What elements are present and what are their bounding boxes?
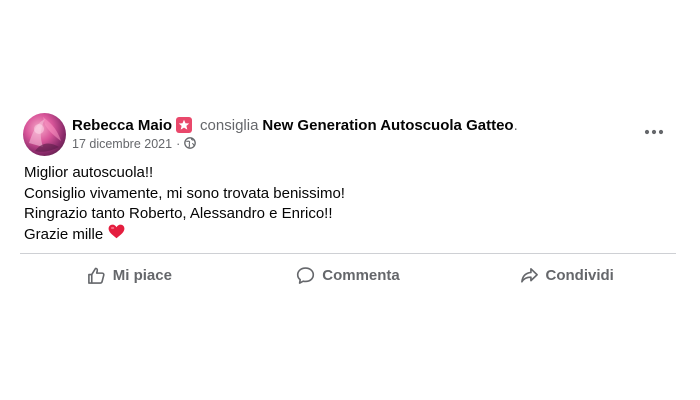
comment-button[interactable]: Commenta [239, 260, 458, 290]
post-header: Rebecca Maio consiglia New Generation Au… [72, 115, 518, 135]
body-text: Miglior autoscuola!! [24, 164, 154, 181]
thumbs-up-icon [87, 267, 105, 284]
body-text: Ringrazio tanto Roberto, Alessandro e En… [24, 205, 333, 222]
body-text: Consiglio vivamente, mi sono trovata ben… [24, 184, 345, 202]
more-options-button[interactable] [640, 122, 668, 142]
star-icon [176, 117, 193, 133]
like-button[interactable]: Mi piace [20, 260, 239, 290]
post-date[interactable]: 17 dicembre 2021 [72, 137, 172, 151]
page-name-link[interactable]: New Generation Autoscuola Gatteo [262, 117, 513, 134]
end-punctuation: . [513, 116, 518, 134]
post-meta: 17 dicembre 2021 · [72, 136, 197, 152]
author-name[interactable]: Rebecca Maio [72, 117, 172, 134]
body-text: Grazie mille [24, 225, 104, 243]
avatar[interactable] [23, 113, 66, 156]
comment-label: Commenta [322, 266, 400, 284]
body-line: Grazie mille [24, 224, 664, 246]
recommendation-post: Rebecca Maio consiglia New Generation Au… [0, 0, 700, 400]
recommends-verb: consiglia [200, 116, 259, 134]
action-bar: Mi piace Commenta Condividi [20, 260, 676, 290]
share-label: Condividi [545, 266, 614, 284]
more-options-icon [644, 129, 664, 135]
body-line: Ringrazio tanto Roberto, Alessandro e En… [24, 204, 664, 225]
share-button[interactable]: Condividi [457, 260, 676, 290]
post-body: Miglior autoscuola!! Consiglio vivamente… [24, 163, 664, 245]
body-line: Consiglio vivamente, mi sono trovata ben… [24, 184, 664, 205]
red-heart-icon [108, 224, 125, 246]
meta-separator: · [176, 137, 181, 151]
comment-icon [297, 266, 315, 284]
globe-icon [184, 136, 197, 152]
divider [20, 253, 676, 254]
share-icon [520, 267, 538, 283]
like-label: Mi piace [112, 266, 172, 284]
body-line: Miglior autoscuola!! [24, 163, 664, 184]
